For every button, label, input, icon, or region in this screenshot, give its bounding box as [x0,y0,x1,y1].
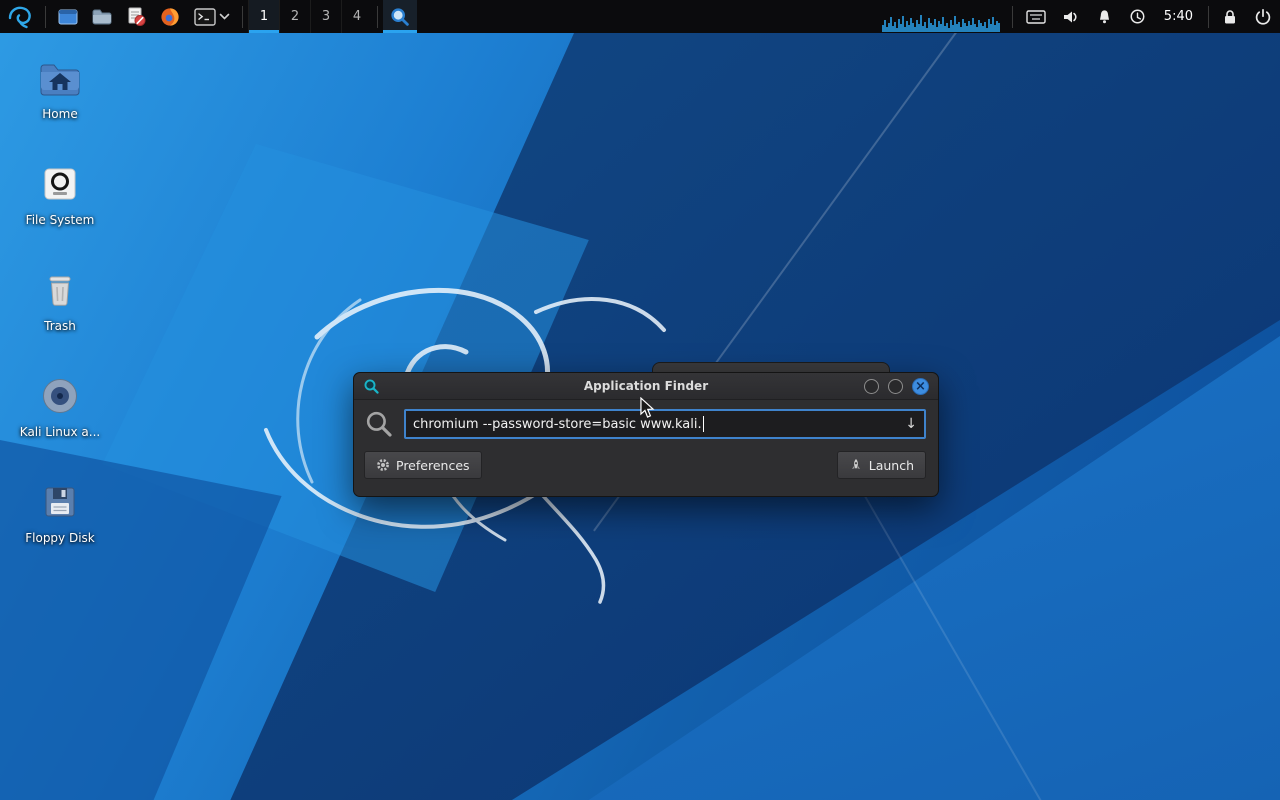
floppy-icon [38,480,82,524]
display-settings-tray[interactable] [1018,0,1054,33]
taskbar-application-finder[interactable] [383,0,417,33]
panel-clock[interactable]: 5:40 [1154,9,1203,24]
close-button[interactable]: × [912,378,929,395]
desktop-icon-label: Floppy Disk [25,531,95,545]
minimize-button[interactable] [864,379,879,394]
document-icon [126,7,146,26]
preferences-button[interactable]: Preferences [364,451,482,479]
workspace-2[interactable]: 2 [279,0,310,33]
logout-icon [1254,8,1272,26]
terminal-icon [194,8,216,26]
update-orb-icon [1129,8,1146,25]
dropdown-arrow-icon[interactable]: ↓ [897,416,917,432]
gear-icon [376,458,390,472]
window-search-icon [363,378,380,395]
preferences-button-label: Preferences [396,458,470,473]
panel-separator [1012,6,1013,28]
kali-menu-button[interactable] [0,0,40,33]
search-icon-large [364,409,394,439]
trash-icon [38,268,82,312]
workspace-3[interactable]: 3 [310,0,341,33]
terminal-dropdown-button[interactable] [187,0,237,33]
panel-right: 5:40 [877,0,1280,33]
desktop-icon-file-system[interactable]: File System [12,162,108,227]
workspace-1[interactable]: 1 [248,0,279,33]
kali-logo-icon [7,4,33,30]
search-input[interactable]: chromium --password-store=basic www.kali… [404,409,926,439]
desktop-icon-trash[interactable]: Trash [12,268,108,333]
launch-rocket-icon [849,458,863,472]
search-icon [390,7,410,27]
desktop-icon-label: File System [26,213,95,227]
lock-screen-button[interactable] [1214,0,1246,33]
panel-separator [1208,6,1209,28]
titlebar[interactable]: Application Finder × [354,373,938,400]
drive-icon [38,162,82,206]
folder-icon [92,8,112,25]
window-icon [58,8,78,26]
disc-icon [38,374,82,418]
desktop-icon-label: Kali Linux a... [20,425,100,439]
panel-separator [242,6,243,28]
volume-icon [1062,9,1080,25]
taskbar-window-button[interactable] [51,0,85,33]
firefox-button[interactable] [153,0,187,33]
workspace-4[interactable]: 4 [341,0,372,33]
desktop-icon-home[interactable]: Home [12,56,108,121]
text-caret [703,416,704,432]
bell-icon [1096,8,1113,25]
desktop-icon-kali-linux-disc[interactable]: Kali Linux a... [12,374,108,439]
maximize-button[interactable] [888,379,903,394]
panel-left: 1 2 3 4 [0,0,417,33]
mouse-cursor [637,397,657,419]
window-title: Application Finder [354,379,938,393]
updates-tray[interactable] [1121,0,1154,33]
firefox-icon [160,7,180,27]
chevron-down-icon [219,13,230,21]
panel-separator [377,6,378,28]
search-input-value: chromium --password-store=basic www.kali… [413,417,702,432]
panel-separator [45,6,46,28]
network-monitor-graph[interactable] [877,0,1007,33]
titlebar-buttons: × [864,378,929,395]
launch-button[interactable]: Launch [837,451,926,479]
file-manager-button[interactable] [85,0,119,33]
keyboard-icon [1026,9,1046,25]
desktop-icon-label: Trash [44,319,76,333]
text-editor-button[interactable] [119,0,153,33]
desktop-icon-label: Home [42,107,77,121]
logout-button[interactable] [1246,0,1280,33]
notifications-tray[interactable] [1088,0,1121,33]
volume-tray[interactable] [1054,0,1088,33]
home-icon [37,56,83,100]
action-row: Preferences Launch [354,439,938,479]
application-finder-window: Application Finder × chromium --password… [353,372,939,497]
launch-button-label: Launch [869,458,914,473]
top-panel: 1 2 3 4 [0,0,1280,33]
desktop-icon-floppy-disk[interactable]: Floppy Disk [12,480,108,545]
network-graph-icon [881,11,1003,33]
lock-icon [1222,8,1238,26]
